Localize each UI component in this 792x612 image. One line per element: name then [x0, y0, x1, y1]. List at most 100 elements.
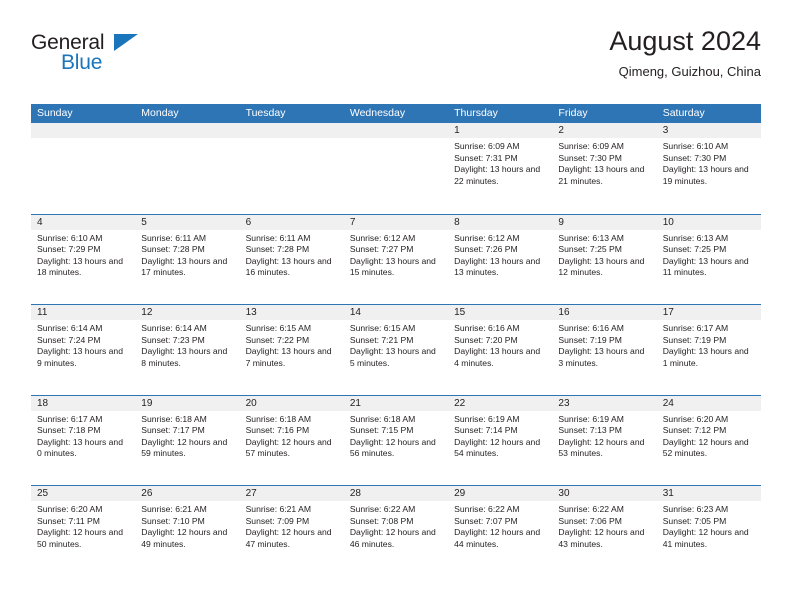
sunset-text: Sunset: 7:23 PM	[141, 334, 205, 345]
day-number: 5	[135, 214, 240, 230]
sunset-text: Sunset: 7:24 PM	[37, 334, 101, 345]
daylight-text: Daylight: 13 hours and 7 minutes.	[245, 346, 332, 368]
calendar-day-cell[interactable]: 18 Sunrise: 6:17 AM Sunset: 7:18 PM Dayligh…	[31, 395, 136, 485]
day-number: 31	[656, 486, 761, 501]
weekday-header-friday: Friday	[558, 107, 588, 119]
daylight-text: Daylight: 13 hours and 0 minutes.	[37, 436, 123, 459]
sunset-text: Sunset: 7:28 PM	[141, 244, 205, 255]
calendar-day-cell[interactable]: 29 Sunrise: 6:22 AM Sunset: 7:07 PM Dayligh…	[448, 486, 553, 576]
daylight-text: Daylight: 13 hours and 4 minutes.	[454, 346, 541, 368]
sunrise-text: Sunrise: 6:23 AM	[662, 504, 729, 514]
sunrise-text: Sunrise: 6:22 AM	[454, 504, 520, 514]
day-sun-info: Sunrise: 6:23 AM Sunset: 7:05 PM Daylight:…	[657, 501, 761, 550]
calendar-day-cell[interactable]: 15 Sunrise: 6:16 AM Sunset: 7:20 PM Dayligh…	[448, 305, 553, 395]
sunset-text: Sunset: 7:10 PM	[141, 515, 205, 526]
brand-name-blue: Blue	[61, 51, 103, 74]
calendar-day-cell[interactable]: 16 Sunrise: 6:16 AM Sunset: 7:19 PM Dayligh…	[552, 305, 657, 395]
day-sun-info: Sunrise: 6:16 AM Sunset: 7:19 PM Daylight:…	[552, 320, 656, 369]
calendar-weeks: 1 Sunrise: 6:09 AM Sunset: 7:31 PM Daylight…	[31, 123, 761, 576]
daylight-text: Daylight: 13 hours and 8 minutes.	[141, 346, 228, 368]
calendar-week-row: 11 Sunrise: 6:14 AM Sunset: 7:24 PM Dayligh…	[31, 304, 761, 395]
calendar-day-cell[interactable]: 12 Sunrise: 6:14 AM Sunset: 7:23 PM Dayligh…	[135, 305, 240, 395]
page-title: August 2024	[609, 26, 761, 56]
sunset-text: Sunset: 7:21 PM	[349, 334, 414, 345]
calendar-day-cell[interactable]: 7 Sunrise: 6:12 AM Sunset: 7:27 PM Daylight…	[343, 214, 449, 304]
calendar-day-cell[interactable]: 20 Sunrise: 6:18 AM Sunset: 7:16 PM Dayligh…	[239, 395, 344, 485]
daylight-text: Daylight: 12 hours and 47 minutes.	[245, 527, 332, 549]
daylight-text: Daylight: 12 hours and 54 minutes.	[454, 436, 541, 459]
daylight-text: Daylight: 13 hours and 9 minutes.	[37, 346, 123, 368]
day-number: 2	[552, 123, 657, 138]
daylight-text: Daylight: 12 hours and 41 minutes.	[662, 527, 749, 549]
day-sun-info: Sunrise: 6:11 AM Sunset: 7:28 PM Daylight:…	[240, 230, 344, 279]
calendar-day-cell[interactable]: 3 Sunrise: 6:10 AM Sunset: 7:30 PM Daylight…	[656, 123, 761, 214]
calendar-day-cell[interactable]: 1 Sunrise: 6:09 AM Sunset: 7:31 PM Daylight…	[448, 123, 553, 214]
day-number: 11	[31, 305, 136, 320]
calendar-grid: Sunday Monday Tuesday Wednesday Thursday…	[31, 104, 761, 576]
day-sun-info: Sunrise: 6:19 AM Sunset: 7:14 PM Daylight:…	[448, 411, 552, 460]
calendar-day-cell[interactable]: 21 Sunrise: 6:18 AM Sunset: 7:15 PM Dayligh…	[343, 395, 449, 485]
day-number: 23	[552, 395, 657, 411]
calendar-day-cell[interactable]: 6 Sunrise: 6:11 AM Sunset: 7:28 PM Daylight…	[239, 214, 344, 304]
calendar-day-cell[interactable]: 31 Sunrise: 6:23 AM Sunset: 7:05 PM Dayligh…	[656, 486, 761, 576]
sunset-text: Sunset: 7:20 PM	[454, 334, 518, 345]
sunrise-text: Sunrise: 6:18 AM	[141, 413, 207, 424]
calendar-day-cell-empty	[343, 123, 449, 214]
sunset-text: Sunset: 7:14 PM	[454, 425, 518, 436]
day-number: 29	[448, 486, 553, 501]
sunset-text: Sunset: 7:19 PM	[558, 334, 622, 345]
daylight-text: Daylight: 13 hours and 15 minutes.	[349, 255, 436, 278]
daylight-text: Daylight: 13 hours and 22 minutes.	[454, 164, 541, 186]
page-header: General Blue August 2024 Qimeng, Guizhou…	[31, 24, 761, 96]
calendar-day-cell[interactable]: 10 Sunrise: 6:13 AM Sunset: 7:25 PM Dayligh…	[656, 214, 761, 304]
day-sun-info: Sunrise: 6:14 AM Sunset: 7:24 PM Daylight:…	[31, 320, 135, 369]
daylight-text: Daylight: 13 hours and 19 minutes.	[662, 164, 749, 186]
calendar-day-cell[interactable]: 25 Sunrise: 6:20 AM Sunset: 7:11 PM Dayligh…	[31, 486, 136, 576]
daylight-text: Daylight: 12 hours and 43 minutes.	[558, 527, 645, 549]
day-number: 27	[239, 486, 344, 501]
daylight-text: Daylight: 12 hours and 52 minutes.	[662, 436, 749, 459]
calendar-day-cell[interactable]: 5 Sunrise: 6:11 AM Sunset: 7:28 PM Daylight…	[135, 214, 240, 304]
calendar-day-cell[interactable]: 2 Sunrise: 6:09 AM Sunset: 7:30 PM Daylight…	[552, 123, 657, 214]
calendar-day-cell[interactable]: 17 Sunrise: 6:17 AM Sunset: 7:19 PM Dayligh…	[656, 305, 761, 395]
calendar-day-cell[interactable]: 30 Sunrise: 6:22 AM Sunset: 7:06 PM Dayligh…	[552, 486, 657, 576]
calendar-day-cell[interactable]: 19 Sunrise: 6:18 AM Sunset: 7:17 PM Dayligh…	[135, 395, 240, 485]
sunset-text: Sunset: 7:06 PM	[558, 515, 622, 526]
day-number: 9	[552, 214, 657, 230]
sunrise-text: Sunrise: 6:16 AM	[558, 323, 624, 333]
sunset-text: Sunset: 7:07 PM	[454, 515, 518, 526]
calendar-day-cell[interactable]: 14 Sunrise: 6:15 AM Sunset: 7:21 PM Dayligh…	[343, 305, 449, 395]
sunset-text: Sunset: 7:22 PM	[245, 334, 310, 345]
day-number: 22	[448, 395, 553, 411]
calendar-day-cell[interactable]: 27 Sunrise: 6:21 AM Sunset: 7:09 PM Dayligh…	[239, 486, 344, 576]
calendar-day-cell[interactable]: 8 Sunrise: 6:12 AM Sunset: 7:26 PM Daylight…	[448, 214, 553, 304]
sunset-text: Sunset: 7:08 PM	[349, 515, 414, 526]
day-sun-info: Sunrise: 6:18 AM Sunset: 7:16 PM Daylight:…	[240, 411, 344, 460]
calendar-week-row: 1 Sunrise: 6:09 AM Sunset: 7:31 PM Daylight…	[31, 123, 761, 214]
day-number: 7	[343, 214, 449, 230]
calendar-day-cell[interactable]: 23 Sunrise: 6:19 AM Sunset: 7:13 PM Dayligh…	[552, 395, 657, 485]
calendar-day-cell[interactable]: 13 Sunrise: 6:15 AM Sunset: 7:22 PM Dayligh…	[239, 305, 344, 395]
weekday-header-tuesday: Tuesday	[245, 107, 286, 119]
calendar-day-cell[interactable]: 9 Sunrise: 6:13 AM Sunset: 7:25 PM Daylight…	[552, 214, 657, 304]
calendar-day-cell[interactable]: 4 Sunrise: 6:10 AM Sunset: 7:29 PM Daylight…	[31, 214, 136, 304]
sunrise-text: Sunrise: 6:15 AM	[245, 323, 312, 333]
day-number: 20	[239, 395, 344, 411]
calendar-day-cell[interactable]: 11 Sunrise: 6:14 AM Sunset: 7:24 PM Dayligh…	[31, 305, 136, 395]
sunrise-text: Sunrise: 6:17 AM	[662, 323, 729, 333]
day-sun-info: Sunrise: 6:19 AM Sunset: 7:13 PM Daylight:…	[552, 411, 656, 460]
calendar-day-cell-empty	[239, 123, 344, 214]
day-number: 18	[31, 395, 136, 411]
sunset-text: Sunset: 7:25 PM	[558, 244, 622, 255]
day-sun-info: Sunrise: 6:22 AM Sunset: 7:08 PM Daylight:…	[344, 501, 448, 550]
day-number: 21	[343, 395, 449, 411]
calendar-day-cell[interactable]: 24 Sunrise: 6:20 AM Sunset: 7:12 PM Dayligh…	[656, 395, 761, 485]
brand-logo[interactable]: General Blue	[31, 32, 231, 90]
calendar-day-cell-empty	[135, 123, 240, 214]
day-sun-info: Sunrise: 6:20 AM Sunset: 7:12 PM Daylight:…	[657, 411, 761, 460]
calendar-day-cell[interactable]: 26 Sunrise: 6:21 AM Sunset: 7:10 PM Dayligh…	[135, 486, 240, 576]
day-number: 17	[656, 305, 761, 320]
day-number: 26	[135, 486, 240, 501]
calendar-day-cell[interactable]: 28 Sunrise: 6:22 AM Sunset: 7:08 PM Dayligh…	[343, 486, 449, 576]
calendar-day-cell[interactable]: 22 Sunrise: 6:19 AM Sunset: 7:14 PM Dayligh…	[448, 395, 553, 485]
